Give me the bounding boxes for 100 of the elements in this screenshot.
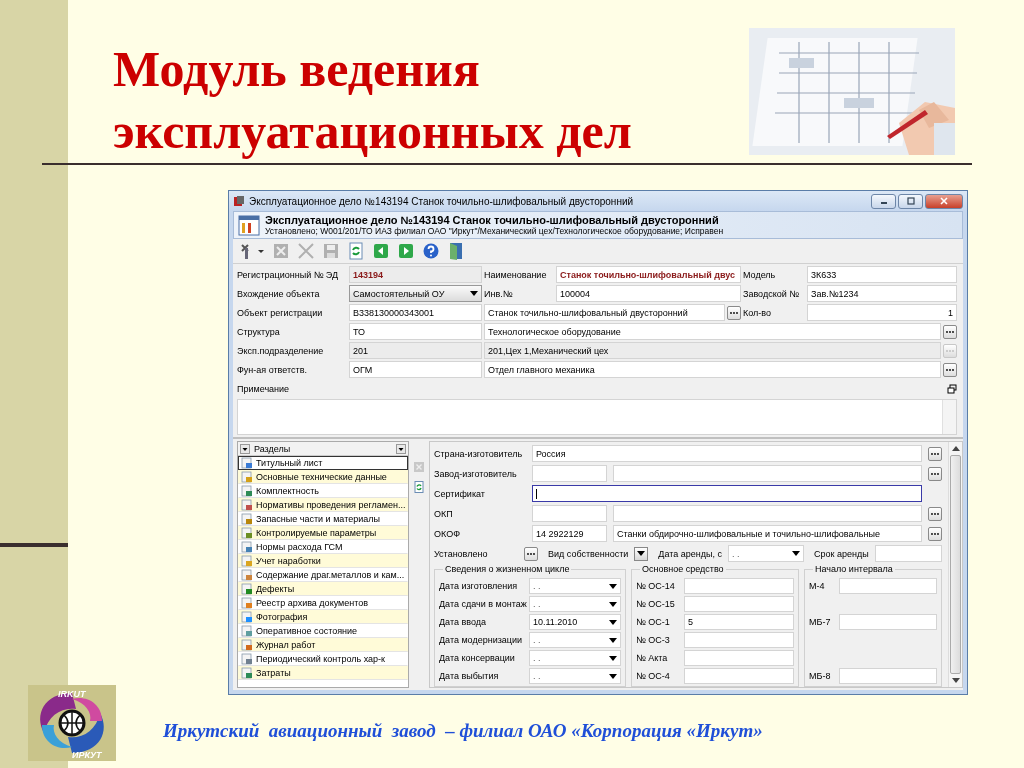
interval-field[interactable]	[839, 614, 937, 630]
registration-number-field[interactable]: 143194	[349, 266, 482, 283]
lease-term-field[interactable]	[874, 545, 942, 562]
document-number-field[interactable]	[684, 596, 794, 612]
more-icon	[930, 531, 940, 536]
field-label: № ОС-1	[636, 617, 671, 627]
dropdown-icon	[609, 619, 617, 625]
okp-field[interactable]	[613, 505, 922, 522]
model-field[interactable]: 3К633	[807, 266, 957, 283]
interval-field[interactable]	[839, 668, 937, 684]
dropdown-icon[interactable]	[240, 443, 250, 454]
lookup-field[interactable]: Отдел главного механика	[484, 361, 941, 378]
scrollbar[interactable]	[948, 442, 962, 687]
window-title: Эксплуатационное дело №143194 Станок точильно-шлифовальный двусторонний	[249, 195, 635, 207]
page-icon	[241, 611, 253, 623]
page-icon	[241, 583, 253, 595]
quantity-field[interactable]: 1	[807, 304, 957, 321]
dropdown-icon	[637, 551, 646, 556]
code-field[interactable]	[532, 505, 607, 522]
field-label: Инв.№	[484, 287, 514, 301]
maximize-button[interactable]	[898, 193, 923, 209]
dropdown-icon	[609, 583, 617, 589]
country-field[interactable]: Россия	[532, 445, 922, 462]
scroll-up-icon[interactable]	[951, 446, 960, 451]
date-picker[interactable]: . .	[529, 632, 621, 648]
code-field[interactable]: ТО	[349, 323, 482, 340]
restore-icon[interactable]	[947, 383, 957, 394]
inventory-number-field[interactable]: 100004	[556, 285, 741, 302]
date-picker[interactable]: . .	[728, 545, 804, 562]
page-icon	[241, 513, 253, 525]
field-label: Регистрационный № ЭД	[237, 268, 340, 282]
field-label: Завод-изготовитель	[434, 468, 518, 479]
browse-button[interactable]	[524, 546, 538, 561]
date-picker[interactable]: . .	[529, 596, 621, 612]
lookup-field[interactable]: Технологическое оборудование	[484, 323, 941, 340]
section-item[interactable]: Контролируемые параметры	[238, 526, 408, 540]
field-label: Дата ввода	[439, 617, 487, 627]
field-label: Дата аренды, с	[658, 548, 722, 559]
okof-field[interactable]: Станки обдирочно-шлифовальные и точильно-шлифовальные	[613, 525, 922, 542]
field-label: № ОС-3	[636, 635, 671, 645]
section-item[interactable]: Титульный лист	[238, 456, 408, 470]
section-item[interactable]: Основные технические данные	[238, 470, 408, 484]
scroll-thumb[interactable]	[950, 455, 961, 674]
document-number-field[interactable]: 5	[684, 614, 794, 630]
browse-button[interactable]	[928, 506, 942, 521]
date-picker[interactable]: . .	[529, 578, 621, 594]
section-item[interactable]: Журнал работ	[238, 638, 408, 652]
date-picker[interactable]: 10.11.2010	[529, 614, 621, 630]
code-field[interactable]	[532, 465, 607, 482]
date-picker[interactable]: . .	[529, 668, 621, 684]
browse-button[interactable]	[727, 305, 741, 320]
company-logo: IRKUT ИРКУТ	[28, 685, 116, 761]
field-label: Модель	[743, 268, 777, 282]
browse-button[interactable]	[928, 526, 942, 541]
document-number-field[interactable]	[684, 668, 794, 684]
field-label: Объект регистрации	[237, 306, 324, 320]
name-field[interactable]: Станок точильно-шлифовальный двус	[556, 266, 741, 283]
serial-number-field[interactable]: Зав.№1234	[807, 285, 957, 302]
field-label: МБ-8	[809, 671, 832, 681]
browse-button[interactable]	[928, 466, 942, 481]
section-item[interactable]: Затраты	[238, 666, 408, 680]
membership-combo-box[interactable]: Самостоятельный ОУ	[349, 285, 482, 302]
interval-field[interactable]	[839, 578, 937, 594]
dropdown-icon	[609, 673, 617, 679]
sections-header: Разделы	[254, 443, 292, 454]
close-button[interactable]	[925, 193, 963, 209]
field-label: № ОС-14	[636, 581, 676, 591]
document-number-field[interactable]	[684, 578, 794, 594]
browse-button[interactable]	[943, 324, 957, 339]
record-subtitle: Установлено; W001/201/ТО ИАЗ филиал ОАО "Иркут"/Механический цех/Технологическое оборудование; Исправен	[265, 226, 724, 236]
code-field[interactable]: ОГМ	[349, 361, 482, 378]
field-label: Кол-во	[743, 306, 772, 320]
refresh-icon[interactable]	[413, 481, 425, 493]
section-item[interactable]: Учет наработки	[238, 554, 408, 568]
section-item[interactable]: Нормативы проведения регламен...	[238, 498, 408, 512]
date-picker[interactable]: . .	[529, 650, 621, 666]
dropdown-button[interactable]	[634, 546, 649, 561]
page-icon	[241, 527, 253, 539]
dropdown-icon[interactable]	[396, 443, 406, 454]
note-field[interactable]	[237, 399, 957, 435]
section-item[interactable]: Дефекты	[238, 582, 408, 596]
minimize-button[interactable]	[871, 193, 896, 209]
section-item[interactable]: Фотография	[238, 610, 408, 624]
scrollbar[interactable]	[942, 400, 956, 434]
record-title: Эксплуатационное дело №143194 Станок точильно-шлифовальный двусторонний	[265, 214, 720, 226]
document-number-field[interactable]	[684, 632, 794, 648]
object-field[interactable]: Станок точильно-шлифовальный двусторонний	[484, 304, 725, 321]
dropdown-icon	[609, 601, 617, 607]
browse-button[interactable]	[943, 362, 957, 377]
field-label: № Акта	[636, 653, 669, 663]
more-icon	[526, 551, 536, 556]
certificate-field[interactable]	[532, 485, 922, 502]
more-icon	[945, 367, 955, 372]
code-field[interactable]: 14 2922129	[532, 525, 607, 542]
scroll-down-icon[interactable]	[951, 678, 960, 683]
page-icon	[241, 653, 253, 665]
browse-button[interactable]	[928, 446, 942, 461]
code-field[interactable]: В338130000343001	[349, 304, 482, 321]
manufacturer-field[interactable]	[613, 465, 922, 482]
document-number-field[interactable]	[684, 650, 794, 666]
